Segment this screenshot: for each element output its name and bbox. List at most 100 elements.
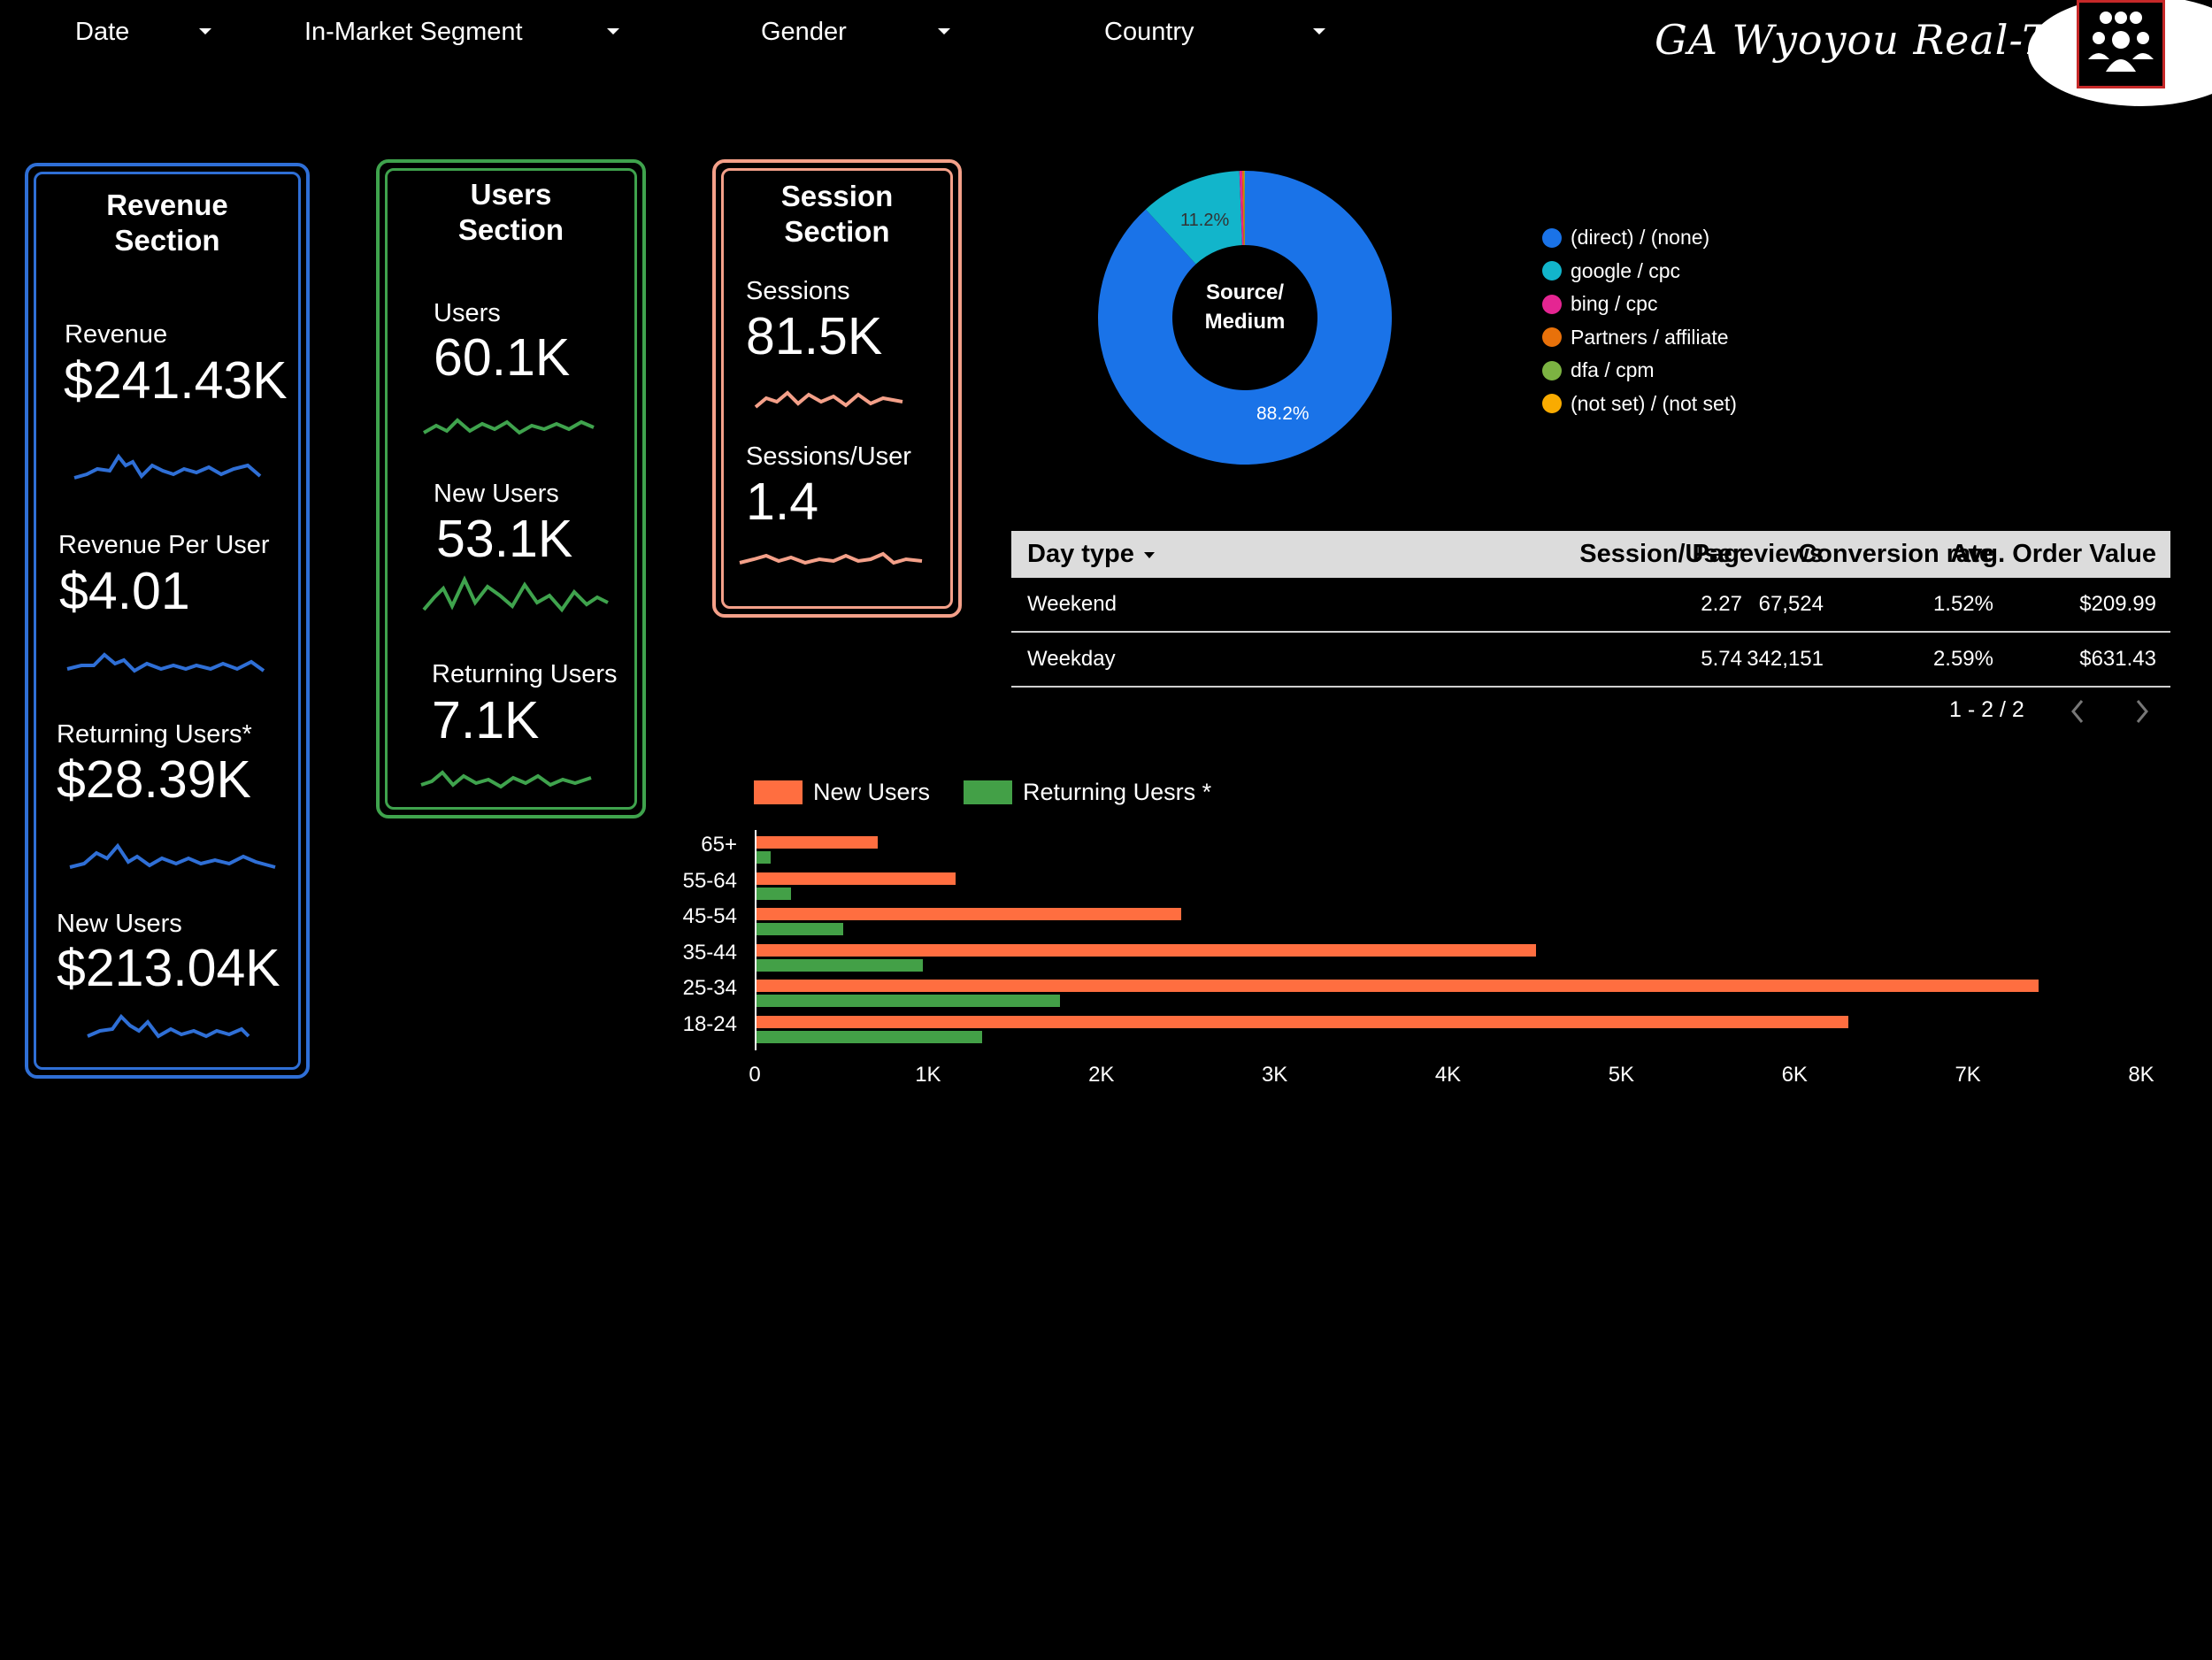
category-label: 35-44 bbox=[682, 940, 737, 964]
chevron-left-icon[interactable] bbox=[2066, 697, 2091, 726]
legend-dot bbox=[1542, 394, 1562, 414]
cell: 1.52% bbox=[1932, 592, 1993, 616]
donut-center-label: Source/ Medium bbox=[1170, 278, 1320, 336]
cell: $209.99 bbox=[2079, 592, 2156, 616]
legend-dot bbox=[1542, 227, 1562, 248]
title-line: Users bbox=[470, 178, 552, 211]
bar-returning-users[interactable] bbox=[757, 923, 843, 935]
legend-item[interactable]: (direct) / (none) bbox=[1542, 221, 1737, 255]
category-label: 25-34 bbox=[682, 976, 737, 1000]
bar-new-users[interactable] bbox=[757, 980, 2039, 992]
title-line: Session bbox=[780, 180, 894, 212]
sessions-sparkline bbox=[754, 390, 903, 409]
metric-value: $4.01 bbox=[59, 562, 190, 620]
legend-label: Returning Uesrs * bbox=[1023, 779, 1212, 805]
title-line: Revenue bbox=[106, 188, 228, 221]
metric-label: Users bbox=[434, 299, 501, 327]
revenue-per-user-sparkline bbox=[66, 652, 265, 673]
sessions-per-user-sparkline bbox=[739, 551, 923, 565]
caret-down-icon bbox=[199, 28, 211, 35]
filter-label: In-Market Segment bbox=[304, 17, 523, 46]
filter-label: Country bbox=[1104, 17, 1194, 46]
table-row: Weekend 2.27 67,524 1.52% $209.99 bbox=[1011, 578, 2170, 633]
x-tick-label: 7K bbox=[1955, 1063, 1981, 1087]
legend-swatch bbox=[754, 780, 803, 804]
bar-new-users[interactable] bbox=[757, 872, 956, 885]
x-tick-label: 8K bbox=[2128, 1063, 2154, 1087]
filter-date[interactable]: Date bbox=[75, 16, 217, 48]
revenue-section-title: Revenue Section bbox=[25, 188, 310, 258]
bar-returning-users[interactable] bbox=[757, 851, 771, 864]
cell: 2.27 bbox=[1701, 592, 1742, 616]
bar-returning-users[interactable] bbox=[757, 1030, 982, 1043]
header-day-type[interactable]: Day type bbox=[1027, 531, 1134, 578]
center-line: Medium bbox=[1204, 310, 1286, 334]
legend-label: Partners / affiliate bbox=[1571, 325, 1729, 349]
legend-label: New Users bbox=[813, 779, 931, 805]
legend-dot bbox=[1542, 294, 1562, 314]
filter-in-market-segment[interactable]: In-Market Segment bbox=[304, 16, 632, 48]
cell: 5.74 bbox=[1701, 647, 1742, 671]
metric-label: New Users bbox=[434, 480, 559, 508]
legend-swatch bbox=[964, 780, 1012, 804]
bar-returning-users[interactable] bbox=[757, 995, 1060, 1007]
returning-users-sparkline bbox=[69, 842, 276, 869]
metric-label: Returning Users* bbox=[57, 720, 252, 749]
category-label: 65+ bbox=[701, 833, 737, 857]
revenue-sparkline bbox=[73, 453, 262, 480]
bar-returning-users[interactable] bbox=[757, 958, 924, 972]
metric-label: Revenue Per User bbox=[58, 531, 270, 559]
filter-gender[interactable]: Gender bbox=[761, 16, 956, 48]
new-users-revenue-sparkline bbox=[87, 1013, 250, 1039]
bar-legend-new-users[interactable]: New Users bbox=[754, 779, 930, 806]
legend-item[interactable]: google / cpc bbox=[1542, 255, 1737, 288]
sort-caret-icon[interactable] bbox=[1144, 552, 1155, 558]
legend-label: (not set) / (not set) bbox=[1571, 391, 1737, 415]
metric-value: $241.43K bbox=[64, 351, 288, 410]
filter-country[interactable]: Country bbox=[1104, 16, 1330, 48]
legend-item[interactable]: Partners / affiliate bbox=[1542, 321, 1737, 355]
bar-new-users[interactable] bbox=[757, 836, 879, 849]
cell: Weekday bbox=[1027, 647, 1116, 671]
metric-value: 53.1K bbox=[436, 510, 573, 568]
cell: Weekend bbox=[1027, 592, 1117, 616]
x-tick-label: 0 bbox=[749, 1063, 761, 1087]
legend-item[interactable]: bing / cpc bbox=[1542, 288, 1737, 321]
metric-label: Sessions/User bbox=[746, 442, 911, 471]
legend-dot bbox=[1542, 360, 1562, 380]
x-tick-label: 5K bbox=[1608, 1063, 1635, 1087]
metric-value: 1.4 bbox=[746, 473, 819, 531]
slice-label-direct: 88.2% bbox=[1256, 403, 1310, 424]
center-line: Source/ bbox=[1205, 281, 1285, 304]
metric-value: 60.1K bbox=[434, 328, 571, 387]
legend-label: bing / cpc bbox=[1571, 292, 1658, 316]
title-line: Section bbox=[457, 213, 565, 246]
pagination-label: 1 - 2 / 2 bbox=[1949, 697, 2024, 722]
legend-dot bbox=[1542, 261, 1562, 281]
title-line: Section bbox=[784, 215, 890, 248]
title-line: Section bbox=[114, 224, 220, 257]
category-label: 55-64 bbox=[682, 868, 737, 893]
chevron-right-icon[interactable] bbox=[2131, 697, 2155, 726]
x-tick-label: 3K bbox=[1261, 1063, 1288, 1087]
users-sparkline bbox=[423, 418, 595, 435]
legend-item[interactable]: (not set) / (not set) bbox=[1542, 388, 1737, 421]
x-tick-label: 1K bbox=[915, 1063, 941, 1087]
cell: 67,524 bbox=[1758, 592, 1824, 616]
header-avg-order-value[interactable]: Avg. Order Value bbox=[1950, 531, 2156, 578]
bar-new-users[interactable] bbox=[757, 908, 1181, 920]
metric-value: 7.1K bbox=[432, 691, 540, 749]
table-header: Day type Session/User Pageviews Conversi… bbox=[1011, 531, 2170, 578]
bar-new-users[interactable] bbox=[757, 1015, 1848, 1028]
legend-item[interactable]: dfa / cpm bbox=[1542, 354, 1737, 388]
bar-returning-users[interactable] bbox=[757, 887, 792, 900]
cell: 2.59% bbox=[1932, 647, 1993, 671]
bar-legend-returning-users[interactable]: Returning Uesrs * bbox=[964, 779, 1211, 806]
x-tick-label: 6K bbox=[1781, 1063, 1808, 1087]
metric-label: Returning Users bbox=[432, 660, 618, 688]
legend-label: dfa / cpm bbox=[1571, 358, 1655, 382]
bar-new-users[interactable] bbox=[757, 943, 1537, 957]
caret-down-icon bbox=[607, 28, 619, 35]
caret-down-icon bbox=[938, 28, 950, 35]
slice-label-google: 11.2% bbox=[1180, 211, 1230, 230]
